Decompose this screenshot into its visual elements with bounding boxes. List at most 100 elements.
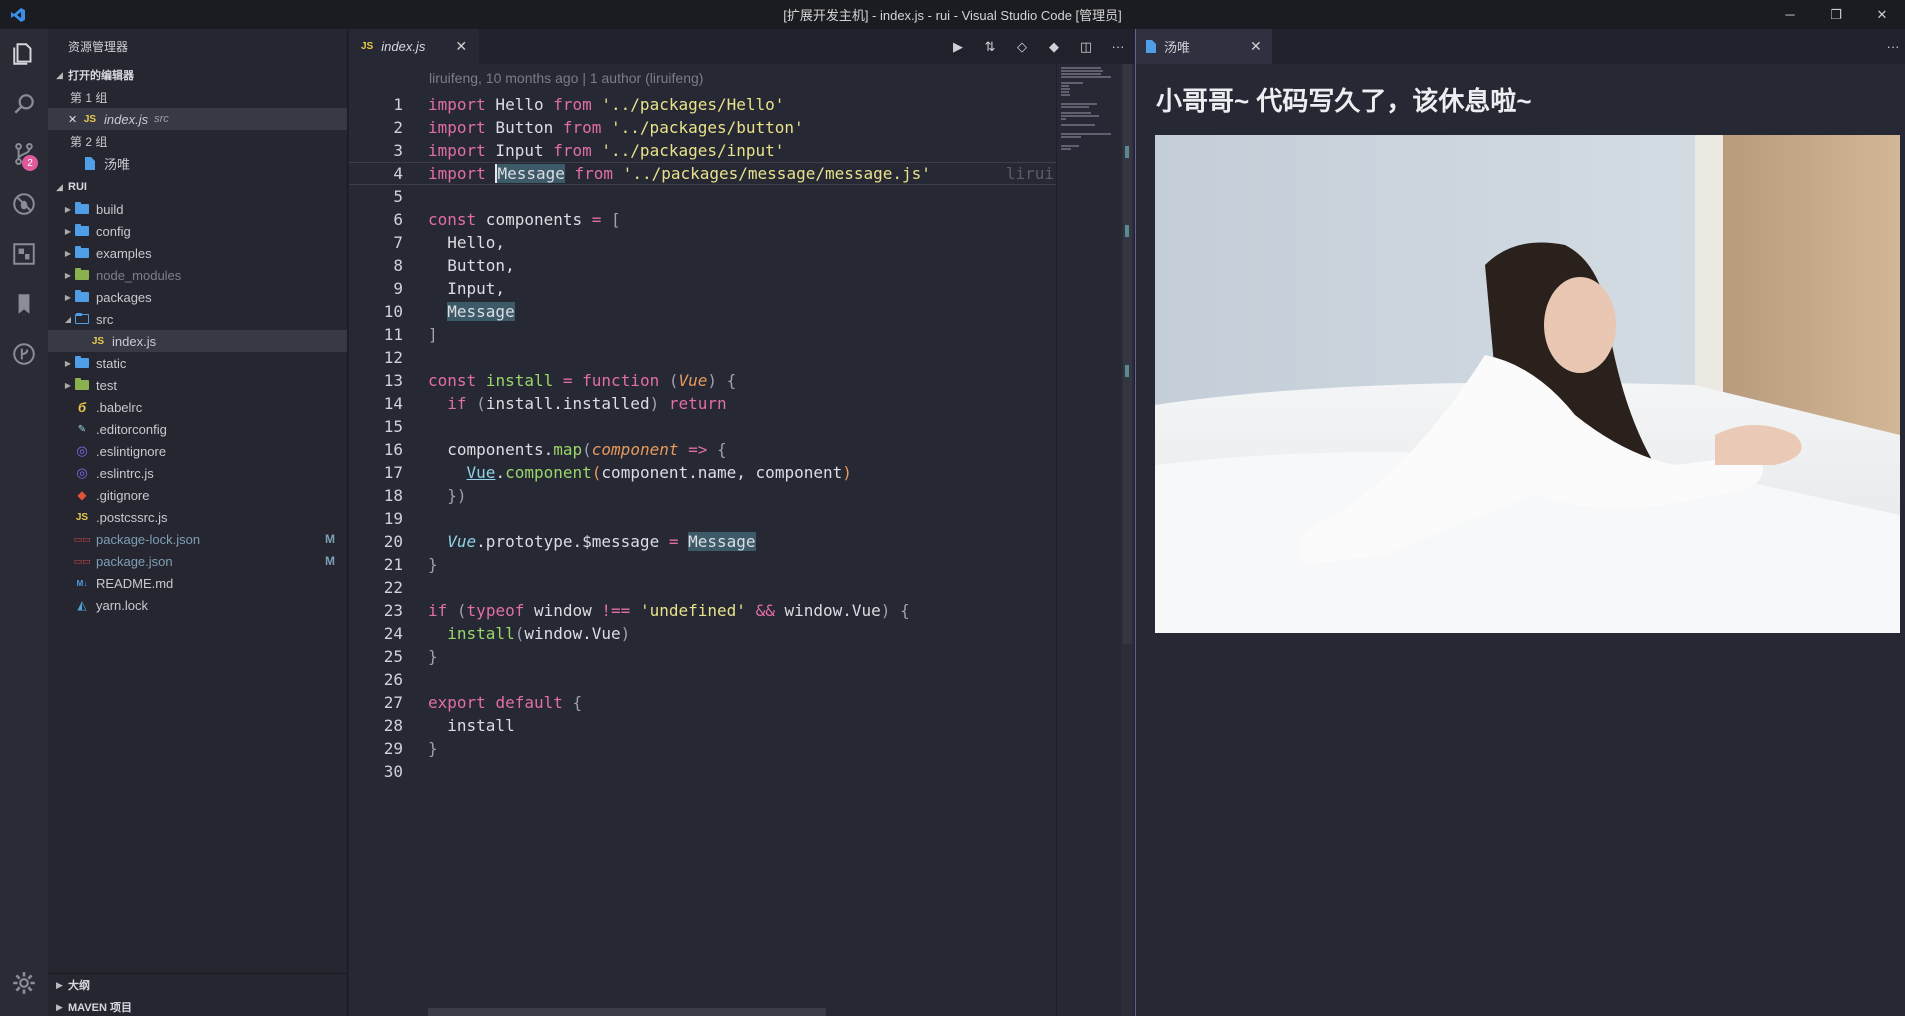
maven-section[interactable]: ▶ MAVEN 项目 — [48, 996, 347, 1016]
tree-item-eslintignore[interactable]: ◎ .eslintignore — [48, 440, 347, 462]
token: Button — [485, 118, 563, 137]
tree-item-gitignore[interactable]: ◆ .gitignore — [48, 484, 347, 506]
code-line: 25 } — [349, 645, 1056, 668]
line-number: 22 — [383, 578, 403, 597]
token: '../packages/message/message.js' — [613, 164, 931, 183]
tree-item-node-modules[interactable]: ▶ node_modules — [48, 264, 347, 286]
run-icon[interactable]: ▶ — [942, 29, 974, 64]
git-blame-annotation[interactable]: liruifeng, 10 months ago | 1 author (lir… — [429, 70, 703, 86]
tree-item-examples[interactable]: ▶ examples — [48, 242, 347, 264]
open-editor-webview[interactable]: 汤唯 — [48, 152, 347, 174]
gear-icon[interactable] — [0, 958, 48, 1008]
code-line: 10 Message — [349, 300, 1056, 323]
token[interactable]: Vue — [467, 463, 496, 482]
tree-item-index-js[interactable]: JS index.js — [48, 330, 347, 352]
window-title: [扩展开发主机] - index.js - rui - Visual Studi… — [783, 8, 1122, 23]
token: } — [428, 739, 438, 758]
line-number: 20 — [383, 532, 403, 551]
explorer-icon[interactable] — [0, 29, 48, 79]
outline-section[interactable]: ▶ 大纲 — [48, 974, 347, 996]
tree-item-postcssrc[interactable]: JS .postcssrc.js — [48, 506, 347, 528]
vertical-scrollbar[interactable] — [1121, 64, 1134, 1016]
token: { — [890, 601, 910, 620]
bookmark-icon[interactable] — [0, 279, 48, 329]
tree-item-build[interactable]: ▶ build — [48, 198, 347, 220]
title-bar: [扩展开发主机] - index.js - rui - Visual Studi… — [0, 0, 1905, 29]
tree-item-static[interactable]: ▶ static — [48, 352, 347, 374]
token: Button, — [428, 256, 515, 275]
line-number: 30 — [383, 762, 403, 781]
tree-item-package-lock[interactable]: ▭▭ package-lock.json M — [48, 528, 347, 550]
source-control-icon[interactable]: 2 — [0, 129, 48, 179]
webview-heading: 小哥哥~ 代码写久了，该休息啦~ — [1156, 86, 1532, 116]
chevron-right-icon: ▶ — [64, 226, 72, 236]
editor-group-1[interactable]: 第 1 组 — [48, 86, 347, 108]
search-icon[interactable] — [0, 79, 48, 129]
token: = — [591, 210, 602, 229]
line-number: 7 — [393, 233, 403, 252]
code-line: 22 — [349, 576, 1056, 599]
code-line: 19 — [349, 507, 1056, 530]
code-line: 23 if (typeof window !== 'undefined' && … — [349, 599, 1056, 622]
open-editors-section[interactable]: ◢ 打开的编辑器 — [48, 64, 347, 86]
code-line: 16 components.map(component => { — [349, 438, 1056, 461]
tree-item-yarn-lock[interactable]: ◭ yarn.lock — [48, 594, 347, 616]
token: ( — [582, 440, 592, 459]
tree-item-package-json[interactable]: ▭▭ package.json M — [48, 550, 347, 572]
line-number: 11 — [383, 325, 403, 344]
close-icon[interactable]: ✕ — [1250, 38, 1262, 55]
tree-item-babelrc[interactable]: б .babelrc — [48, 396, 347, 418]
close-icon[interactable]: ✕ — [68, 113, 82, 126]
tree-item-label: examples — [96, 245, 152, 261]
blame-toggle-icon[interactable]: ◇ — [1006, 29, 1038, 64]
js-file-icon: JS — [361, 41, 374, 52]
token: && — [755, 601, 775, 620]
restore-button[interactable]: ❐ — [1813, 0, 1859, 29]
token: Input, — [428, 279, 506, 298]
git-history-icon[interactable] — [0, 329, 48, 379]
horizontal-scrollbar[interactable] — [428, 1008, 826, 1016]
group-1-label: 第 1 组 — [70, 90, 108, 105]
code-area[interactable]: liruifeng, 10 months ago | 1 author (lir… — [349, 64, 1056, 1016]
close-icon[interactable]: ✕ — [455, 38, 467, 55]
minimap[interactable] — [1056, 64, 1121, 1016]
code-line: 12 — [349, 346, 1056, 369]
minimize-button[interactable]: ─ — [1767, 0, 1813, 29]
token: import — [428, 141, 486, 160]
tree-item-src[interactable]: ◢ src — [48, 308, 347, 330]
open-editor-index-js[interactable]: ✕ JS index.js src — [48, 108, 347, 130]
more-actions-icon[interactable]: ··· — [1102, 29, 1134, 64]
tab-index-js[interactable]: JS index.js ✕ — [349, 29, 480, 64]
modified-badge: M — [325, 532, 335, 546]
line-number: 1 — [393, 95, 403, 114]
token: component — [591, 440, 679, 459]
more-actions-icon[interactable]: ··· — [1881, 29, 1905, 64]
tree-item-eslintrc[interactable]: ◎ .eslintrc.js — [48, 462, 347, 484]
tree-item-packages[interactable]: ▶ packages — [48, 286, 347, 308]
git-commit-icon[interactable]: ◆ — [1038, 29, 1070, 64]
tab-label: 汤唯 — [1164, 40, 1191, 55]
extensions-icon[interactable] — [0, 229, 48, 279]
tree-item-test[interactable]: ▶ test — [48, 374, 347, 396]
line-number: 5 — [393, 187, 403, 206]
token: import — [428, 164, 486, 183]
editor-group-2[interactable]: 第 2 组 — [48, 130, 347, 152]
split-editor-icon[interactable]: ◫ — [1070, 29, 1102, 64]
project-section[interactable]: ◢ RUI — [48, 176, 347, 198]
compare-changes-icon[interactable]: ⇅ — [974, 29, 1006, 64]
tree-item-label: node_modules — [96, 267, 182, 283]
tree-item-editorconfig[interactable]: ✎ .editorconfig — [48, 418, 347, 440]
js-file-icon: JS — [83, 113, 97, 125]
tree-item-config[interactable]: ▶ config — [48, 220, 347, 242]
file-icon — [1146, 40, 1156, 53]
close-window-button[interactable]: ✕ — [1859, 0, 1905, 29]
tab-webview[interactable]: 汤唯 ✕ — [1136, 29, 1272, 64]
yarn-icon: ◭ — [77, 598, 87, 612]
debug-icon[interactable] — [0, 179, 48, 229]
tree-item-readme[interactable]: M↓ README.md — [48, 572, 347, 594]
